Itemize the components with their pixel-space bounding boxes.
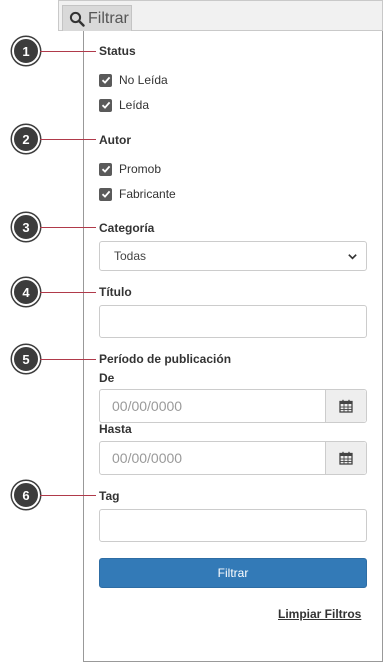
- callout-6: 6: [12, 481, 40, 509]
- limpiar-filtros-link[interactable]: Limpiar Filtros: [278, 607, 361, 621]
- categoria-label: Categoría: [99, 221, 155, 235]
- callout-line-4: [40, 292, 96, 293]
- checkbox-promob[interactable]: [99, 162, 112, 176]
- autor-label: Autor: [99, 133, 131, 147]
- date-to-calendar-button[interactable]: [325, 442, 366, 474]
- callout-1: 1: [12, 37, 40, 65]
- tab-strip: Filtrar: [58, 0, 383, 31]
- tag-label: Tag: [99, 489, 120, 503]
- filtrar-button[interactable]: Filtrar: [99, 558, 367, 588]
- status-label: Status: [99, 44, 136, 58]
- de-label: De: [99, 371, 115, 385]
- callout-3: 3: [12, 213, 40, 241]
- date-from-group: 00/00/0000: [99, 389, 367, 423]
- categoria-select[interactable]: Todas: [99, 241, 367, 271]
- calendar-icon: [339, 451, 353, 465]
- hasta-label: Hasta: [99, 422, 132, 436]
- check-icon: [101, 76, 110, 84]
- status-option-no-leida[interactable]: No Leída: [99, 73, 168, 87]
- promob-label: Promob: [119, 162, 162, 176]
- callout-4: 4: [12, 278, 40, 306]
- checkbox-no-leida[interactable]: [99, 73, 112, 87]
- tab-filtrar-label: Filtrar: [88, 9, 129, 27]
- check-icon: [101, 190, 110, 198]
- search-icon: [69, 11, 85, 27]
- leida-label: Leída: [119, 98, 150, 112]
- periodo-label: Período de publicación: [99, 352, 232, 366]
- autor-option-promob[interactable]: Promob: [99, 162, 161, 176]
- date-from-calendar-button[interactable]: [325, 390, 366, 422]
- tab-filtrar[interactable]: Filtrar: [62, 5, 132, 31]
- check-icon: [101, 101, 110, 109]
- date-to-input[interactable]: 00/00/0000: [100, 442, 325, 474]
- checkbox-fabricante[interactable]: [99, 187, 112, 201]
- check-icon: [101, 165, 110, 173]
- status-option-leida[interactable]: Leída: [99, 98, 149, 112]
- titulo-label: Título: [99, 285, 132, 299]
- callout-2: 2: [12, 125, 40, 153]
- calendar-icon: [339, 399, 353, 413]
- categoria-selected-value: Todas: [114, 249, 147, 263]
- checkbox-leida[interactable]: [99, 98, 112, 112]
- tag-input[interactable]: [99, 509, 367, 542]
- chevron-down-icon: [348, 253, 357, 260]
- autor-option-fabricante[interactable]: Fabricante: [99, 187, 176, 201]
- callout-line-3: [40, 227, 96, 228]
- titulo-input[interactable]: [99, 305, 367, 338]
- date-to-group: 00/00/0000: [99, 441, 367, 475]
- callout-line-6: [40, 495, 96, 496]
- fabricante-label: Fabricante: [119, 187, 176, 201]
- callout-line-2: [40, 139, 96, 140]
- callout-5: 5: [12, 345, 40, 373]
- callout-line-5: [40, 359, 96, 360]
- date-from-input[interactable]: 00/00/0000: [100, 390, 325, 422]
- callout-line-1: [40, 51, 96, 52]
- no-leida-label: No Leída: [119, 73, 168, 87]
